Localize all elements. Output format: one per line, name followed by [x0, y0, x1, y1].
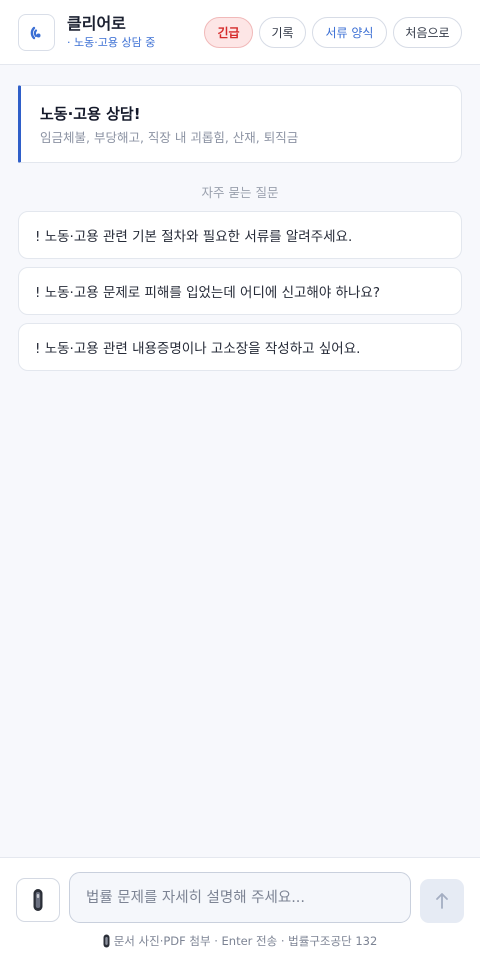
consult-status: · 노동·고용 상담 중 [67, 36, 156, 49]
urgent-button[interactable]: 긴급 [204, 17, 253, 48]
topic-subtitle: 임금체불, 부당해고, 직장 내 괴롭힘, 산재, 퇴직금 [40, 130, 299, 145]
brand-name: 클리어로 [67, 14, 126, 33]
app-logo[interactable] [18, 14, 55, 51]
signal-logo-icon [30, 26, 40, 39]
app-header: 클리어로 · 노동·고용 상담 중 긴급 기록 서류 양식 처음으로 [0, 0, 480, 65]
composer-hint-text: 문서 사진·PDF 첨부 · Enter 전송 · 법률구조공단 132 [113, 934, 378, 948]
message-input[interactable] [69, 872, 411, 923]
topic-title: 노동·고용 상담! [40, 105, 141, 123]
attach-document-button[interactable] [16, 878, 60, 922]
send-button[interactable] [420, 879, 464, 923]
faq-item[interactable]: ! 노동·고용 관련 내용증명이나 고소장을 작성하고 싶어요. [18, 323, 462, 371]
brand: 클리어로 · 노동·고용 상담 중 [67, 14, 155, 50]
pen-scanner-icon [33, 889, 43, 911]
pen-scanner-icon [103, 934, 110, 948]
faq-item[interactable]: ! 노동·고용 관련 기본 절차와 필요한 서류를 알려주세요. [18, 211, 462, 259]
history-button[interactable]: 기록 [259, 17, 306, 48]
faq-heading: 자주 묻는 질문 [201, 185, 279, 200]
document-forms-button[interactable]: 서류 양식 [312, 17, 387, 48]
message-composer: 문서 사진·PDF 첨부 · Enter 전송 · 법률구조공단 132 [0, 857, 480, 960]
composer-hint: 문서 사진·PDF 첨부 · Enter 전송 · 법률구조공단 132 [0, 933, 480, 949]
arrow-up-icon [436, 893, 448, 909]
start-over-button[interactable]: 처음으로 [393, 17, 462, 48]
topic-card: 노동·고용 상담! 임금체불, 부당해고, 직장 내 괴롭힘, 산재, 퇴직금 [18, 85, 462, 163]
faq-item[interactable]: ! 노동·고용 문제로 피해를 입었는데 어디에 신고해야 하나요? [18, 267, 462, 315]
